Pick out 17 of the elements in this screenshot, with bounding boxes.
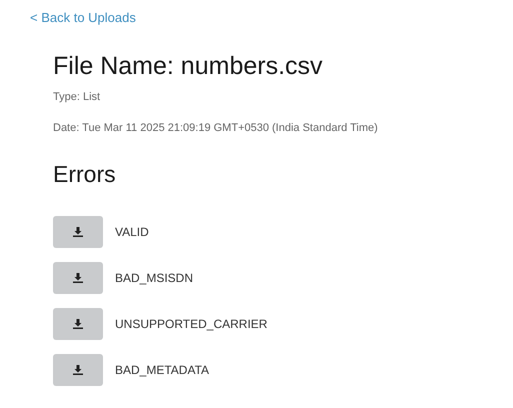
error-type-label: BAD_MSISDN <box>115 270 194 287</box>
download-button[interactable] <box>53 216 103 248</box>
errors-heading: Errors <box>53 160 117 188</box>
error-type-label: UNSUPPORTED_CARRIER <box>115 316 268 333</box>
download-button[interactable] <box>53 262 103 294</box>
download-icon <box>73 365 83 375</box>
back-link[interactable]: < Back to Uploads <box>30 10 136 25</box>
error-type-label: BAD_METADATA <box>115 362 210 379</box>
upload-date: Date: Tue Mar 11 2025 21:09:19 GMT+0530 (India Standard Time) <box>53 120 379 136</box>
file-name-heading: File Name: numbers.csv <box>53 51 324 81</box>
file-type: Type: List <box>53 90 102 105</box>
download-button[interactable] <box>53 354 103 386</box>
download-icon <box>73 227 83 237</box>
download-icon <box>73 273 83 283</box>
download-icon <box>73 319 83 329</box>
download-button[interactable] <box>53 308 103 340</box>
error-type-label: VALID <box>115 224 149 241</box>
